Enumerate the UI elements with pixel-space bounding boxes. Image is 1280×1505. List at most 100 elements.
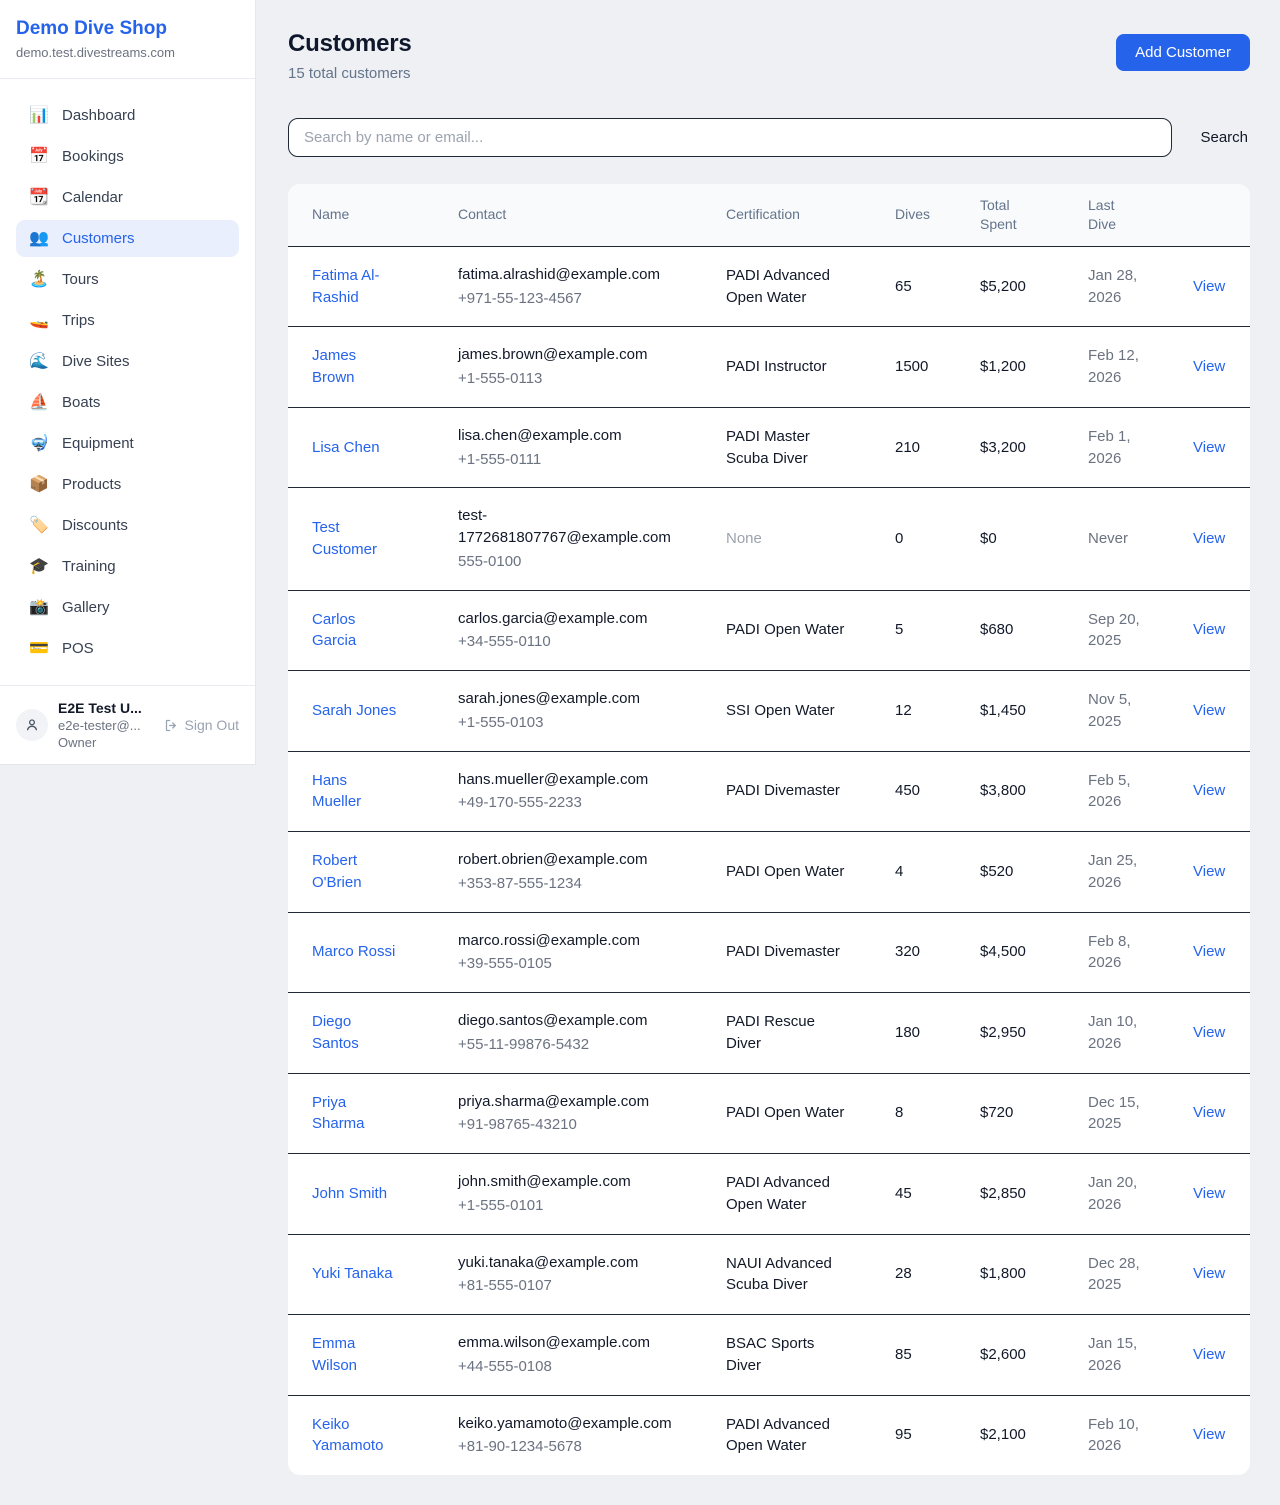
tours-icon: 🏝️: [29, 272, 49, 288]
bookings-icon: 📅: [29, 149, 49, 165]
sidebar-item-bookings[interactable]: 📅 Bookings: [16, 138, 239, 175]
customers-table: Name Contact Certification Dives Total S…: [288, 184, 1250, 1475]
customer-total-spent: $2,850: [980, 1154, 1088, 1235]
sidebar-item-products[interactable]: 📦 Products: [16, 466, 239, 503]
view-customer-link[interactable]: View: [1193, 863, 1225, 880]
table-row: Diego Santos diego.santos@example.com +5…: [288, 993, 1250, 1074]
sidebar-item-calendar[interactable]: 📆 Calendar: [16, 179, 239, 216]
customer-certification: SSI Open Water: [726, 700, 835, 722]
sidebar-item-equipment[interactable]: 🤿 Equipment: [16, 425, 239, 462]
view-customer-link[interactable]: View: [1193, 439, 1225, 456]
customer-phone: +91-98765-43210: [458, 1114, 710, 1136]
customer-email: robert.obrien@example.com: [458, 849, 647, 871]
view-customer-link[interactable]: View: [1193, 621, 1225, 638]
customer-name-link[interactable]: James Brown: [312, 345, 398, 389]
shop-name[interactable]: Demo Dive Shop: [16, 18, 239, 40]
view-customer-link[interactable]: View: [1193, 358, 1225, 375]
customer-certification: PADI Advanced Open Water: [726, 265, 852, 309]
customer-certification: PADI Rescue Diver: [726, 1011, 852, 1055]
customer-name-link[interactable]: Diego Santos: [312, 1011, 398, 1055]
sidebar-item-boats[interactable]: ⛵ Boats: [16, 384, 239, 421]
customer-phone: +39-555-0105: [458, 953, 710, 975]
customer-total-spent: $2,950: [980, 993, 1088, 1074]
customer-phone: 555-0100: [458, 551, 710, 573]
view-customer-link[interactable]: View: [1193, 943, 1225, 960]
column-header-name: Name: [288, 184, 458, 246]
customer-dives: 1500: [895, 327, 980, 408]
search-bar: Search: [288, 118, 1250, 157]
view-customer-link[interactable]: View: [1193, 278, 1225, 295]
customer-name-link[interactable]: Yuki Tanaka: [312, 1263, 393, 1285]
view-customer-link[interactable]: View: [1193, 1346, 1225, 1363]
customer-name-link[interactable]: Emma Wilson: [312, 1333, 398, 1377]
sidebar-nav: 📊 Dashboard 📅 Bookings 📆 Calendar 👥 Cust…: [0, 79, 255, 685]
pos-icon: 💳: [29, 641, 49, 657]
sidebar-item-gallery[interactable]: 📸 Gallery: [16, 589, 239, 626]
customer-name-link[interactable]: Marco Rossi: [312, 941, 395, 963]
add-customer-button[interactable]: Add Customer: [1116, 34, 1250, 71]
view-customer-link[interactable]: View: [1193, 1104, 1225, 1121]
customer-name-link[interactable]: Hans Mueller: [312, 770, 398, 814]
customer-email: yuki.tanaka@example.com: [458, 1252, 638, 1274]
customer-phone: +49-170-555-2233: [458, 792, 710, 814]
view-customer-link[interactable]: View: [1193, 1265, 1225, 1282]
view-customer-link[interactable]: View: [1193, 1185, 1225, 1202]
customer-email: john.smith@example.com: [458, 1171, 631, 1193]
customer-name-link[interactable]: Priya Sharma: [312, 1092, 398, 1136]
customer-last-dive: Feb 8, 2026: [1088, 931, 1146, 975]
sidebar-item-trips[interactable]: 🚤 Trips: [16, 302, 239, 339]
column-header-total-spent: Total Spent: [980, 184, 1088, 246]
sidebar-item-tours[interactable]: 🏝️ Tours: [16, 261, 239, 298]
customer-dives: 65: [895, 246, 980, 327]
sidebar-user-panel: E2E Test U... e2e-tester@... Owner Sign …: [0, 685, 255, 764]
equipment-icon: 🤿: [29, 436, 49, 452]
customer-last-dive: Feb 10, 2026: [1088, 1414, 1146, 1458]
table-row: John Smith john.smith@example.com +1-555…: [288, 1154, 1250, 1235]
customer-email: priya.sharma@example.com: [458, 1091, 649, 1113]
customer-name-link[interactable]: Lisa Chen: [312, 437, 380, 459]
customer-name-link[interactable]: Robert O'Brien: [312, 850, 398, 894]
customer-certification: PADI Master Scuba Diver: [726, 426, 852, 470]
table-row: Emma Wilson emma.wilson@example.com +44-…: [288, 1315, 1250, 1396]
customer-name-link[interactable]: Test Customer: [312, 517, 398, 561]
customer-name-link[interactable]: Keiko Yamamoto: [312, 1414, 398, 1458]
sidebar-item-pos[interactable]: 💳 POS: [16, 630, 239, 667]
customer-certification: PADI Advanced Open Water: [726, 1414, 852, 1458]
calendar-icon: 📆: [29, 190, 49, 206]
customer-dives: 5: [895, 590, 980, 671]
sidebar-item-discounts[interactable]: 🏷️ Discounts: [16, 507, 239, 544]
customer-name-link[interactable]: Sarah Jones: [312, 700, 396, 722]
customer-phone: +55-11-99876-5432: [458, 1034, 710, 1056]
customer-certification: PADI Open Water: [726, 619, 844, 641]
sidebar-item-customers[interactable]: 👥 Customers: [16, 220, 239, 257]
search-button[interactable]: Search: [1198, 125, 1250, 150]
customer-certification: None: [726, 528, 762, 550]
user-email: e2e-tester@...: [58, 718, 154, 733]
app-root: Demo Dive Shop demo.test.divestreams.com…: [0, 0, 1280, 1505]
view-customer-link[interactable]: View: [1193, 1024, 1225, 1041]
sidebar-item-dashboard[interactable]: 📊 Dashboard: [16, 97, 239, 134]
customer-total-spent: $720: [980, 1073, 1088, 1154]
table-row: Fatima Al-Rashid fatima.alrashid@example…: [288, 246, 1250, 327]
sidebar-item-dive-sites[interactable]: 🌊 Dive Sites: [16, 343, 239, 380]
sidebar-item-training[interactable]: 🎓 Training: [16, 548, 239, 585]
customer-name-link[interactable]: Carlos Garcia: [312, 609, 398, 653]
customer-last-dive: Jan 20, 2026: [1088, 1172, 1146, 1216]
customer-name-link[interactable]: John Smith: [312, 1183, 387, 1205]
customer-last-dive: Dec 15, 2025: [1088, 1092, 1146, 1136]
view-customer-link[interactable]: View: [1193, 530, 1225, 547]
search-input[interactable]: [288, 118, 1172, 157]
customer-dives: 95: [895, 1395, 980, 1475]
table-row: Robert O'Brien robert.obrien@example.com…: [288, 832, 1250, 913]
user-role: Owner: [58, 735, 154, 750]
view-customer-link[interactable]: View: [1193, 1426, 1225, 1443]
customer-dives: 450: [895, 751, 980, 832]
sign-out-button[interactable]: Sign Out: [164, 717, 239, 733]
customer-dives: 28: [895, 1234, 980, 1315]
customer-phone: +971-55-123-4567: [458, 288, 710, 310]
table-row: Hans Mueller hans.mueller@example.com +4…: [288, 751, 1250, 832]
view-customer-link[interactable]: View: [1193, 702, 1225, 719]
customer-phone: +34-555-0110: [458, 631, 710, 653]
customer-name-link[interactable]: Fatima Al-Rashid: [312, 265, 398, 309]
view-customer-link[interactable]: View: [1193, 782, 1225, 799]
